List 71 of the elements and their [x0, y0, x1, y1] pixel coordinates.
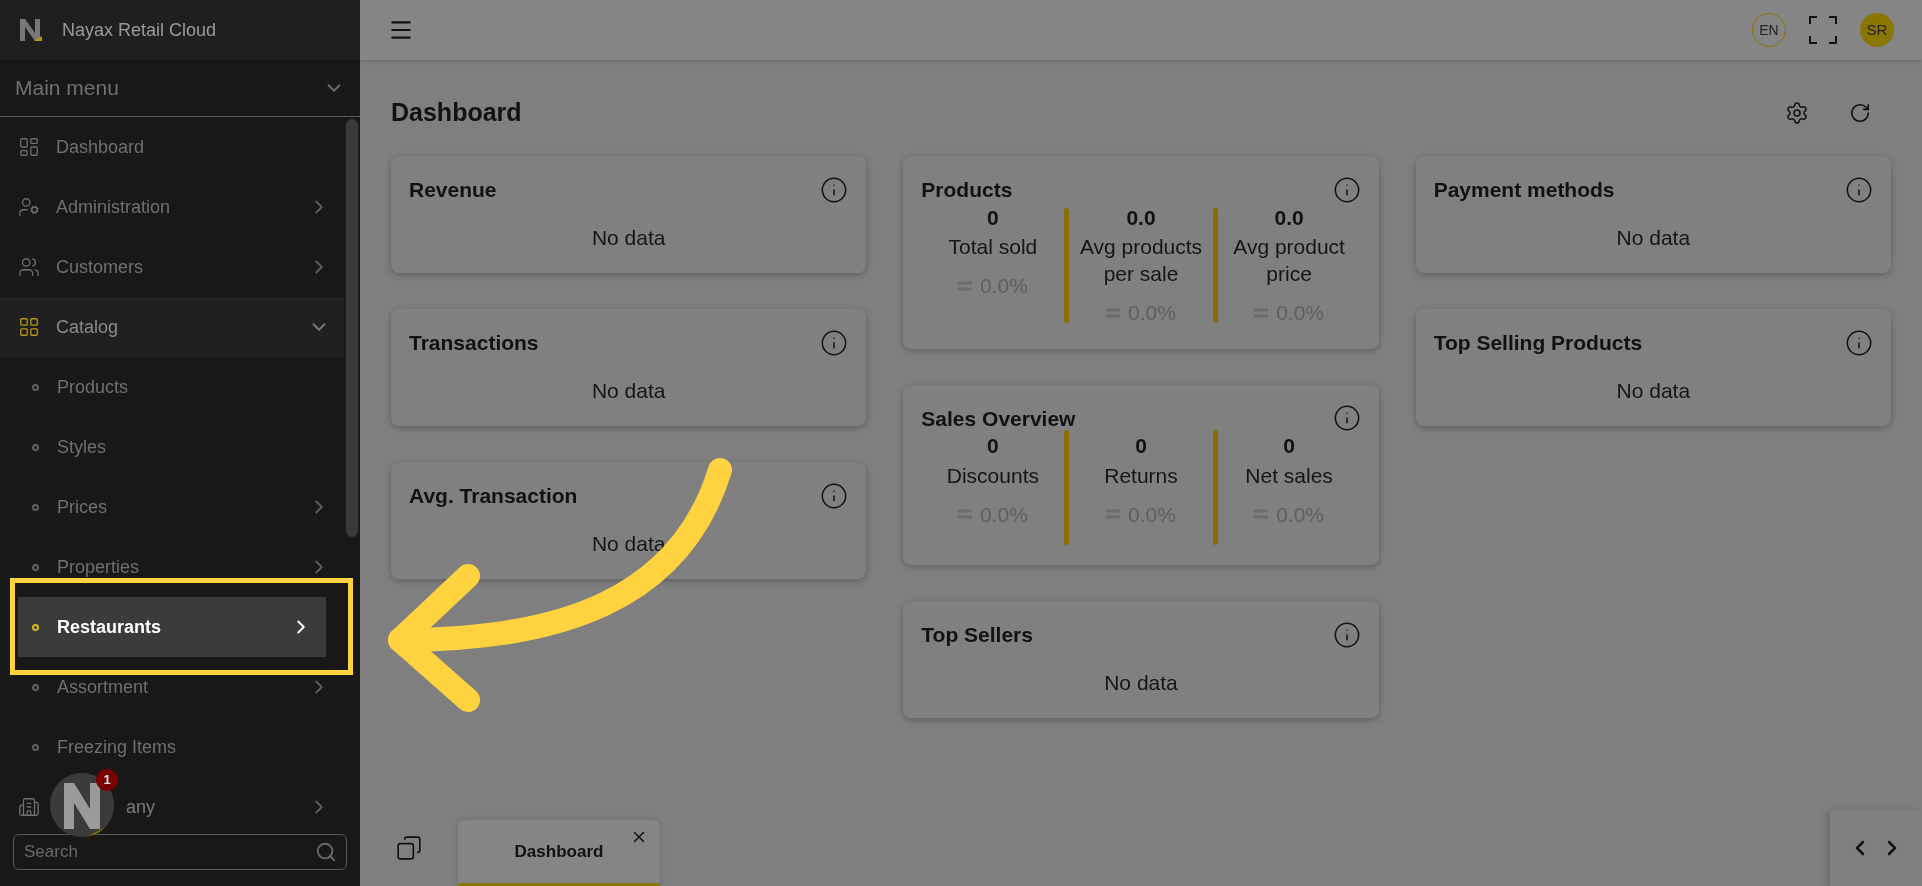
notification-badge: 1 — [96, 769, 118, 791]
no-data-text: No data — [591, 377, 666, 404]
fullscreen-icon[interactable] — [1808, 15, 1838, 45]
page-tab[interactable]: Dashboard — [458, 820, 660, 886]
info-icon[interactable] — [820, 328, 849, 357]
sidebar-item[interactable]: Customers — [56, 253, 144, 281]
no-data-text: No data — [591, 224, 666, 251]
bullet-icon — [32, 743, 39, 751]
info-icon[interactable] — [1332, 404, 1361, 433]
no-data-text: No data — [591, 530, 666, 557]
search-field[interactable]: Search — [13, 834, 347, 870]
dashboard-icon — [18, 136, 40, 158]
info-icon[interactable] — [1332, 620, 1361, 649]
metric-label: Avg product price — [1232, 234, 1346, 287]
logo-icon — [18, 17, 44, 43]
sidebar-item[interactable]: Administration — [56, 193, 171, 221]
metric-value: 0.0 — [1274, 204, 1304, 231]
metric-label: Discounts — [946, 462, 1039, 489]
sidebar-item[interactable]: any — [126, 793, 156, 820]
no-data-text: No data — [1616, 224, 1691, 251]
metric-label: Avg products per sale — [1078, 234, 1204, 287]
refresh-icon[interactable] — [1849, 102, 1871, 124]
metric-value: 0.0 — [1126, 204, 1156, 231]
sidebar-item[interactable]: Catalog — [0, 297, 344, 357]
submenu-item[interactable]: Properties — [0, 537, 344, 597]
sidebar-item[interactable]: Dashboard — [56, 133, 145, 161]
submenu-item[interactable]: Assortment — [0, 657, 344, 717]
app-title: Nayax Retail Cloud — [62, 18, 217, 42]
building-icon — [18, 796, 40, 818]
info-icon[interactable] — [820, 481, 849, 510]
user-avatar[interactable]: SR — [1860, 13, 1894, 47]
submenu-item[interactable]: Restaurants — [18, 597, 326, 657]
card-title: Payment methods — [1433, 177, 1615, 203]
card-title: Revenue — [409, 177, 497, 203]
metric-value: 0 — [1283, 433, 1295, 459]
metric-label: Total sold — [948, 234, 1038, 260]
bullet-icon — [32, 563, 39, 571]
tabs-icon[interactable] — [396, 835, 422, 861]
card-title: Sales Overview — [921, 405, 1076, 432]
info-icon[interactable] — [820, 175, 849, 204]
users-icon — [18, 256, 40, 278]
metric-label: Net sales — [1245, 462, 1333, 489]
bullet-icon — [32, 383, 39, 391]
bullet-icon — [32, 623, 39, 631]
user-gear-icon — [18, 196, 40, 218]
submenu-item[interactable]: Products — [0, 357, 344, 417]
card-title: Avg. Transaction — [409, 483, 578, 509]
bullet-icon — [32, 503, 39, 511]
metric-value: 0 — [987, 204, 999, 231]
submenu-item[interactable]: Prices — [0, 477, 344, 537]
metric-label: Returns — [1104, 462, 1178, 489]
submenu-item[interactable]: Styles — [0, 417, 344, 477]
search-icon — [315, 841, 337, 863]
info-icon[interactable] — [1845, 328, 1873, 357]
bullet-icon — [32, 443, 39, 451]
no-data-text: No data — [1104, 669, 1178, 696]
card-title: Top Sellers — [921, 622, 1033, 648]
card-title: Products — [921, 177, 1013, 203]
card-title: Transactions — [409, 330, 539, 356]
scrollbar-thumb[interactable] — [346, 119, 358, 537]
grid-icon — [18, 316, 40, 338]
page-title: Dashboard — [391, 97, 522, 129]
metric-value: 0 — [1135, 433, 1147, 459]
bullet-icon — [32, 683, 39, 691]
no-data-text: No data — [1616, 377, 1691, 404]
card-title: Top Selling Products — [1433, 330, 1643, 356]
info-icon[interactable] — [1332, 175, 1361, 204]
main-menu-dropdown[interactable]: Main menu — [0, 60, 360, 117]
info-icon[interactable] — [1845, 175, 1873, 204]
settings-icon[interactable] — [1785, 101, 1809, 125]
metric-value: 0 — [987, 433, 999, 459]
